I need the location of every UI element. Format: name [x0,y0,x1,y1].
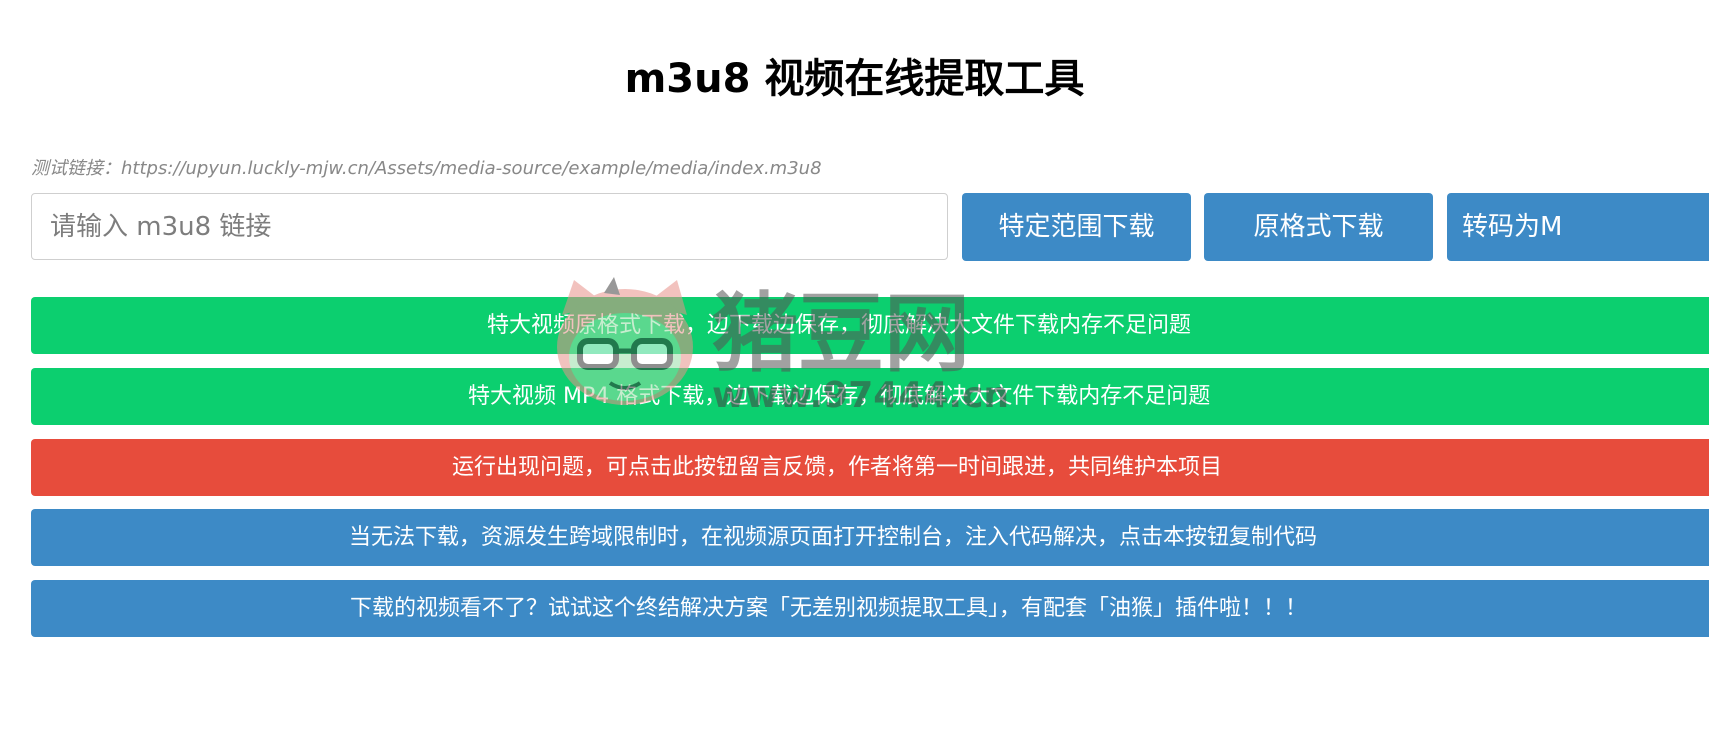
range-download-button[interactable]: 特定范围下载 [962,193,1191,261]
original-format-download-button[interactable]: 原格式下载 [1204,193,1433,261]
bar-label: 当无法下载，资源发生跨域限制时，在视频源页面打开控制台，注入代码解决，点击本按钮… [349,525,1318,550]
stream-mp4-download-button[interactable]: 特大视频 MP4 格式下载，边下载边保存，彻底解决大文件下载内存不足问题 [31,368,1709,425]
test-link-hint: 测试链接：https://upyun.luckly-mjw.cn/Assets/… [31,158,822,179]
bar-label: 特大视频原格式下载，边下载边保存，彻底解决大文件下载内存不足问题 [487,313,1192,338]
page: m3u8 视频在线提取工具 测试链接：https://upyun.luckly-… [0,0,1709,745]
m3u8-url-input[interactable] [31,193,948,260]
bar-label: 下载的视频看不了？试试这个终结解决方案「无差别视频提取工具」，有配套「油猴」插件… [350,596,1308,621]
bar-label: 运行出现问题，可点击此按钮留言反馈，作者将第一时间跟进，共同维护本项目 [452,455,1223,480]
video-extractor-promo-button[interactable]: 下载的视频看不了？试试这个终结解决方案「无差别视频提取工具」，有配套「油猴」插件… [31,580,1709,637]
copy-injection-code-button[interactable]: 当无法下载，资源发生跨域限制时，在视频源页面打开控制台，注入代码解决，点击本按钮… [31,509,1709,566]
page-title: m3u8 视频在线提取工具 [624,55,1085,102]
transcode-mp4-button[interactable]: 转码为M [1447,193,1709,261]
stream-original-download-button[interactable]: 特大视频原格式下载，边下载边保存，彻底解决大文件下载内存不足问题 [31,297,1709,354]
bar-label: 特大视频 MP4 格式下载，边下载边保存，彻底解决大文件下载内存不足问题 [468,384,1211,409]
feedback-button[interactable]: 运行出现问题，可点击此按钮留言反馈，作者将第一时间跟进，共同维护本项目 [31,439,1709,496]
